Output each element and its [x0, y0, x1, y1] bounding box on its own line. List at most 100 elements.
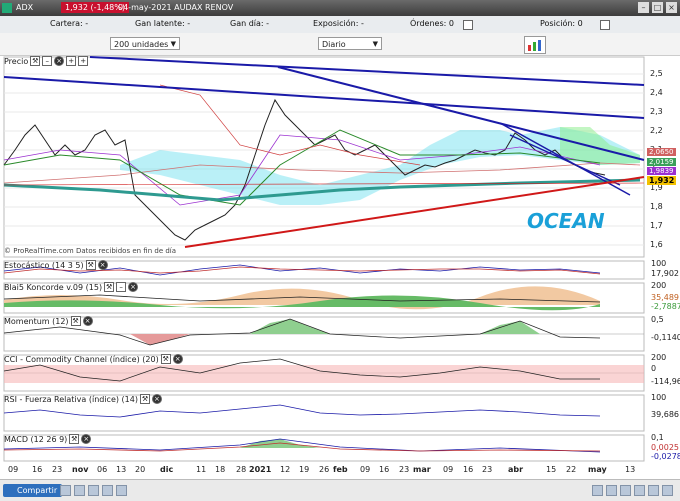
share-button[interactable]: Compartir [3, 484, 63, 497]
indicator-value: -0,0278 [651, 452, 680, 461]
wrench-icon[interactable]: ⚒ [139, 394, 150, 404]
date-tick: abr [508, 465, 524, 474]
last-price-tag: 1,932 [647, 176, 677, 185]
panel-title: Estocástico (14 3 5) [4, 260, 84, 270]
date-tick: 18 [215, 465, 226, 474]
panel-title: MACD (12 26 9) [4, 434, 68, 444]
period-select[interactable]: Diario ▼ [318, 37, 382, 50]
orders-icon[interactable] [463, 20, 473, 30]
wrench-icon[interactable]: ⚒ [30, 56, 41, 66]
window-controls: – □ × [638, 2, 677, 13]
units-select[interactable]: 200 unidades ▼ [110, 37, 180, 50]
ganancia-dia: Gan día: - [230, 19, 270, 28]
wrench-icon[interactable]: ⚒ [69, 434, 80, 444]
indicator-value: -114,96 [651, 377, 680, 386]
indicator-value: 17,902 [651, 269, 679, 278]
text-tool-icon[interactable] [74, 485, 85, 496]
date-tick: 13 [116, 465, 127, 474]
price-tag: 2,0159 [647, 158, 676, 166]
drawing-tool-icon[interactable] [60, 485, 71, 496]
indicator-value: 39,686 [651, 410, 679, 419]
price-axis-label: 2,3 [650, 107, 663, 116]
panel-label-momentum: Momentum (12) ⚒ × [4, 316, 93, 326]
add-indicator-icon[interactable]: + [66, 56, 77, 66]
price-axis-label: 1,6 [650, 240, 663, 249]
add-icon[interactable]: + [78, 56, 89, 66]
scroll-left-icon[interactable] [592, 485, 603, 496]
date-tick: 16 [463, 465, 474, 474]
close-icon[interactable]: × [81, 434, 92, 444]
date-tick: 13 [625, 465, 636, 474]
indicator-axis-label: 200 [651, 353, 667, 362]
close-icon[interactable]: × [82, 316, 93, 326]
indicator-axis-label: 0,5 [651, 315, 664, 324]
chart-toolbar: 200 unidades ▼ Diario ▼ [0, 33, 680, 56]
date-tick: 23 [52, 465, 63, 474]
magnet-icon[interactable] [634, 485, 645, 496]
zoom-in-icon[interactable] [102, 485, 113, 496]
date-tick: 2021 [249, 465, 272, 474]
price-axis-label: 2,2 [650, 126, 663, 135]
indicator-value: 35,489 [651, 293, 679, 302]
wrench-icon[interactable]: ⚒ [70, 316, 81, 326]
panel-label-koncorde: Blai5 Koncorde v.09 (15) ⚒ – × [4, 282, 139, 292]
zoom-out-icon[interactable] [116, 485, 127, 496]
data-source-note: © ProRealTime.com Datos recibidos en fin… [4, 247, 177, 255]
close-icon[interactable]: × [151, 394, 162, 404]
indicator-value: -2,7887 [651, 302, 680, 311]
date-tick: 06 [97, 465, 108, 474]
close-icon[interactable]: × [54, 56, 65, 66]
date-tick: 28 [236, 465, 247, 474]
date-tick: 11 [196, 465, 207, 474]
date-tick: 09 [443, 465, 454, 474]
close-icon[interactable]: × [128, 282, 139, 292]
expand-icon[interactable] [662, 485, 673, 496]
wrench-icon[interactable]: ⚒ [104, 282, 115, 292]
indicator-value: 0,0025 [651, 443, 679, 452]
close-icon[interactable]: × [97, 260, 108, 270]
ordenes: Órdenes: 0 [410, 19, 454, 28]
price-tag: 2,0650 [647, 148, 676, 156]
lock-icon[interactable] [648, 485, 659, 496]
panel-title: Momentum (12) [4, 316, 69, 326]
date-tick: 20 [135, 465, 146, 474]
app-icon [2, 3, 12, 13]
indicator-axis-label: 0,1 [651, 433, 664, 442]
date-tick: 16 [32, 465, 43, 474]
maximize-button[interactable]: □ [652, 2, 663, 13]
wrench-icon[interactable]: ⚒ [160, 354, 171, 364]
date-tick: nov [72, 465, 89, 474]
ganancia-latente: Gan latente: - [135, 19, 191, 28]
chart-tools-icon[interactable] [524, 36, 546, 54]
indicator-axis-label: 100 [651, 393, 667, 402]
position-icon[interactable] [600, 20, 610, 30]
close-icon[interactable]: × [172, 354, 183, 364]
minimize-panel-icon[interactable]: – [42, 56, 53, 66]
indicator-value: -0,1140 [651, 333, 680, 342]
date-name: 04-may-2021 AUDAX RENOV [118, 3, 234, 12]
ocean-watermark: OCEAN [527, 209, 605, 233]
date-tick: 23 [482, 465, 493, 474]
minimize-button[interactable]: – [638, 2, 649, 13]
scroll-right-icon[interactable] [606, 485, 617, 496]
date-tick: 16 [379, 465, 390, 474]
settings-icon[interactable] [620, 485, 631, 496]
date-tick: 12 [280, 465, 291, 474]
minimize-panel-icon[interactable]: – [116, 282, 127, 292]
date-tick: 22 [566, 465, 577, 474]
indicator-axis-label: 200 [651, 281, 667, 290]
price-axis-label: 2,5 [650, 69, 663, 78]
panel-title: RSI - Fuerza Relativa (índice) (14) [4, 394, 138, 404]
close-button[interactable]: × [666, 2, 677, 13]
trendline-tool-icon[interactable] [88, 485, 99, 496]
panel-label-estocastico: Estocástico (14 3 5) ⚒ × [4, 260, 108, 270]
panel-label-macd: MACD (12 26 9) ⚒ × [4, 434, 92, 444]
date-tick: 09 [360, 465, 371, 474]
indicator-axis-label: 0 [651, 364, 657, 373]
title-bar: ADX 1,932 (-1,48%) 04-may-2021 AUDAX REN… [0, 0, 680, 16]
wrench-icon[interactable]: ⚒ [85, 260, 96, 270]
chart-area[interactable]: Precio ⚒ – × + + Estocástico (14 3 5) ⚒ … [0, 55, 680, 463]
date-tick: mar [413, 465, 431, 474]
date-tick: feb [333, 465, 348, 474]
price-tag: 1,9839 [647, 167, 676, 175]
